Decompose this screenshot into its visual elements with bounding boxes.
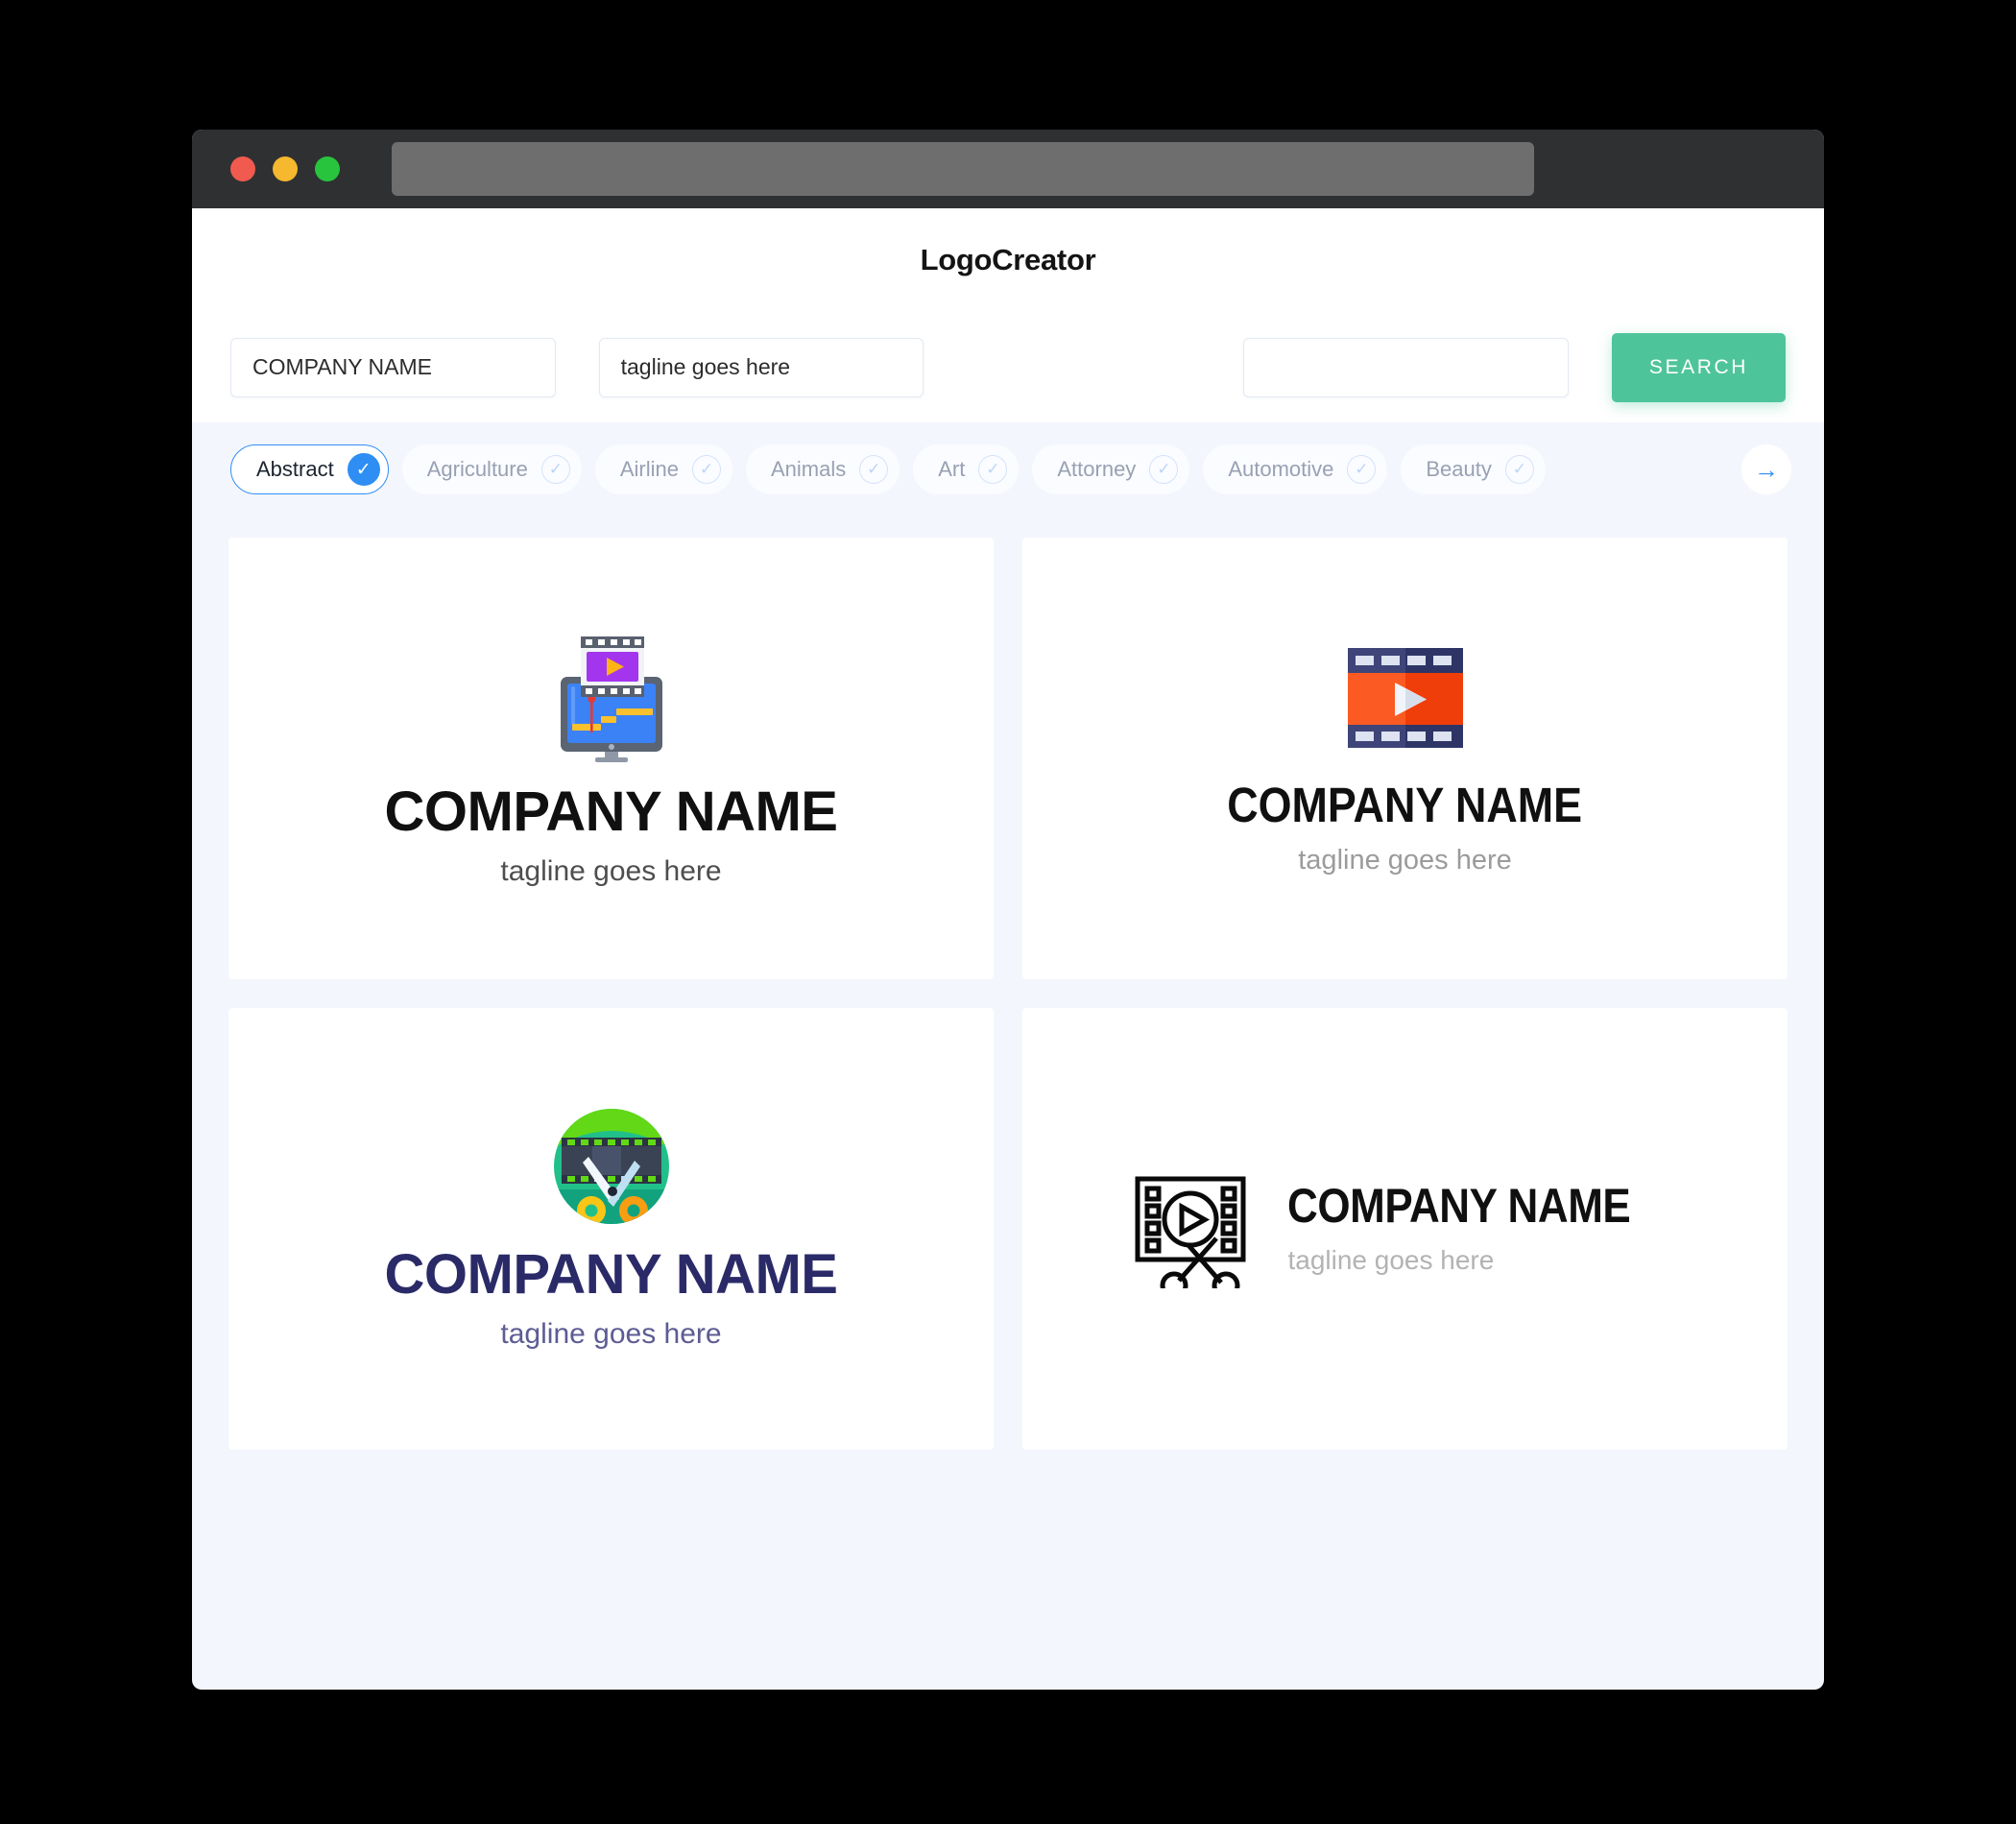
search-button[interactable]: SEARCH [1611,332,1787,402]
category-chip-label: Agriculture [426,457,528,481]
address-bar[interactable] [392,142,1534,196]
logo-tagline: tagline goes here [500,1318,722,1350]
logo-card[interactable]: COMPANY NAME tagline goes here [1022,1008,1788,1450]
category-chip-label: Airline [619,457,679,481]
close-window-button[interactable] [230,156,255,181]
logo-preview: COMPANY NAME tagline goes here [1203,640,1606,876]
minimize-window-button[interactable] [273,156,298,181]
check-icon: ✓ [978,455,1008,484]
logo-card[interactable]: COMPANY NAME tagline goes here [228,1008,994,1450]
maximize-window-button[interactable] [315,156,340,181]
category-chip-airline[interactable]: Airline ✓ [594,444,732,494]
monitor-video-editing-icon [540,629,684,763]
logo-preview: COMPANY NAME tagline goes here [1132,1169,1677,1288]
arrow-right-icon[interactable]: → [1741,444,1791,494]
logo-results-grid: COMPANY NAME tagline goes here COMPANY N… [192,516,1824,1488]
outline-film-play-scissors-icon [1132,1169,1251,1288]
logo-text-block: COMPANY NAME tagline goes here [1287,1182,1677,1276]
check-icon: ✓ [1504,455,1534,484]
app-header: LogoCreator [192,208,1824,312]
category-filter-bar: Abstract ✓ Agriculture ✓ Airline ✓ Anima… [192,422,1824,516]
category-chip-beauty[interactable]: Beauty ✓ [1401,444,1546,494]
category-chip-label: Animals [771,457,847,481]
check-icon: ✓ [347,453,380,486]
category-chip-label: Attorney [1057,457,1137,481]
logo-card[interactable]: COMPANY NAME tagline goes here [1022,538,1788,979]
check-icon: ✓ [1347,455,1377,484]
logo-company-name: COMPANY NAME [1287,1179,1631,1233]
category-chip-label: Art [938,457,966,481]
logo-preview: COMPANY NAME tagline goes here [385,1107,838,1351]
keyword-input[interactable] [1243,337,1569,397]
category-chip-label: Abstract [256,457,334,481]
search-toolbar: COMPANY NAME tagline goes here SEARCH [192,312,1824,422]
check-icon: ✓ [540,455,570,484]
category-chip-automotive[interactable]: Automotive ✓ [1203,444,1388,494]
green-circle-film-scissors-icon [552,1107,671,1226]
check-icon: ✓ [859,455,889,484]
check-icon: ✓ [692,455,721,484]
category-chip-label: Beauty [1426,457,1492,481]
tagline-input[interactable]: tagline goes here [598,337,924,397]
logo-tagline: tagline goes here [1298,845,1512,876]
logo-preview: COMPANY NAME tagline goes here [385,629,838,888]
category-chip-attorney[interactable]: Attorney ✓ [1032,444,1190,494]
category-chip-art[interactable]: Art ✓ [913,444,1020,494]
category-chip-animals[interactable]: Animals ✓ [746,444,900,494]
browser-window: LogoCreator COMPANY NAME tagline goes he… [192,130,1824,1690]
logo-card[interactable]: COMPANY NAME tagline goes here [228,538,994,979]
logo-tagline: tagline goes here [500,855,722,887]
browser-title-bar [192,130,1824,208]
category-chip-abstract[interactable]: Abstract ✓ [230,444,389,494]
category-chip-label: Automotive [1228,457,1334,481]
app-title: LogoCreator [920,243,1096,276]
logo-tagline: tagline goes here [1287,1245,1495,1275]
logo-company-name: COMPANY NAME [1227,778,1583,832]
check-icon: ✓ [1149,455,1179,484]
window-controls [230,156,340,181]
logo-company-name: COMPANY NAME [384,1243,839,1306]
category-chip-agriculture[interactable]: Agriculture ✓ [401,444,582,494]
company-name-input[interactable]: COMPANY NAME [230,337,556,397]
logo-company-name: COMPANY NAME [384,780,839,843]
film-strip-play-icon [1342,640,1469,756]
